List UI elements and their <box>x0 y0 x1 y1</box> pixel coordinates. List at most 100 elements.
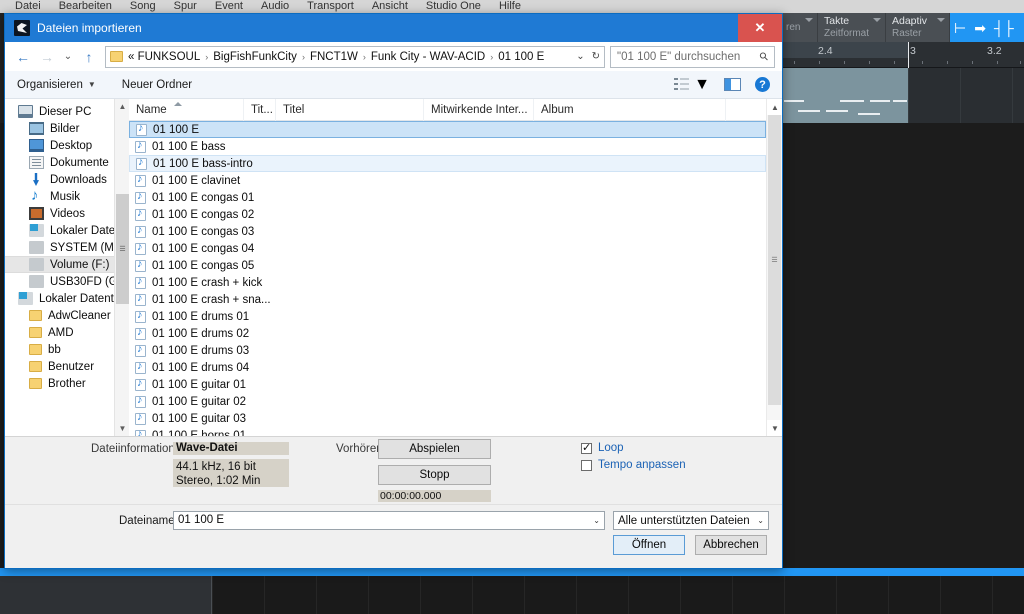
daw-tool-cell-0[interactable]: ren <box>780 13 818 42</box>
sidebar-item-downloads[interactable]: Downloads <box>5 171 129 188</box>
table-row[interactable]: 01 100 E guitar 03 <box>129 410 766 427</box>
tempo-checkbox[interactable] <box>581 459 592 471</box>
forward-button[interactable]: → <box>36 46 58 68</box>
table-row[interactable]: 01 100 E clavinet <box>129 172 766 189</box>
sidebar-item-musik[interactable]: Musik <box>5 187 129 205</box>
loop-checkbox-row[interactable]: Loop <box>581 441 624 454</box>
view-options-icon[interactable] <box>674 78 690 91</box>
daw-audio-clip[interactable] <box>780 68 908 123</box>
recent-locations-button[interactable]: ⌄ <box>60 46 76 68</box>
column-header-name[interactable]: Name <box>129 99 244 121</box>
column-header-titel[interactable]: Titel <box>276 99 424 121</box>
table-row[interactable]: 01 100 E drums 04 <box>129 359 766 376</box>
chevron-down-icon[interactable]: ⌄ <box>593 512 600 529</box>
breadcrumb-4[interactable]: 01 100 E <box>498 51 544 63</box>
sidebar-item-bilder[interactable]: Bilder <box>5 120 129 137</box>
sidebar-item-dokumente[interactable]: Dokumente <box>5 154 129 171</box>
chevron-down-icon[interactable]: ⌄ <box>576 51 584 62</box>
sidebar-item-videos[interactable]: Videos <box>5 205 129 222</box>
table-row[interactable]: 01 100 E bass-intro <box>129 155 766 172</box>
sidebar-scrollbar[interactable]: ▲ ▼ <box>114 99 129 436</box>
address-bar[interactable]: « FUNKSOUL › BigFishFunkCity › FNCT1W › … <box>105 45 605 68</box>
table-row[interactable]: 01 100 E congas 03 <box>129 223 766 240</box>
table-row[interactable]: 01 100 E drums 02 <box>129 325 766 342</box>
table-row[interactable]: 01 100 E guitar 02 <box>129 393 766 410</box>
breadcrumb-2[interactable]: FNCT1W <box>310 51 358 63</box>
refresh-icon[interactable]: ↻ <box>592 51 600 62</box>
table-row[interactable]: 01 100 E crash + kick <box>129 274 766 291</box>
chevron-down-icon[interactable]: ⌄ <box>757 516 764 525</box>
daw-tool-cell-grid[interactable]: Adaptiv Raster <box>886 13 950 42</box>
table-row[interactable]: 01 100 E horns 01 <box>129 427 766 436</box>
breadcrumb-0[interactable]: « FUNKSOUL <box>128 51 200 63</box>
scrollbar-thumb[interactable] <box>768 115 781 405</box>
sidebar-item-usb30fd-g[interactable]: USB30FD (G:) <box>5 273 129 290</box>
sidebar-item-adwcleaner[interactable]: AdwCleaner <box>5 307 129 324</box>
sidebar-item-bb[interactable]: bb <box>5 341 129 358</box>
sidebar-item-volume-f[interactable]: Volume (F:) <box>5 256 129 273</box>
breadcrumb-3[interactable]: Funk City - WAV-ACID <box>371 51 485 63</box>
snap-center-icon[interactable]: ┤├ <box>994 21 1014 35</box>
table-row[interactable]: 01 100 E drums 03 <box>129 342 766 359</box>
sidebar-item-lokaler-datentr[interactable]: Lokaler Datenträ <box>5 222 129 239</box>
daw-menu-transport[interactable]: Transport <box>298 0 363 13</box>
sidebar-item-dieser-pc[interactable]: Dieser PC <box>5 103 129 120</box>
back-button[interactable]: ← <box>12 46 34 68</box>
tempo-checkbox-row[interactable]: Tempo anpassen <box>581 459 686 471</box>
scroll-down-icon[interactable]: ▼ <box>767 420 782 436</box>
column-header-album[interactable]: Album <box>534 99 726 121</box>
daw-menu-spur[interactable]: Spur <box>165 0 206 13</box>
scroll-down-icon[interactable]: ▼ <box>115 421 129 436</box>
table-row[interactable]: 01 100 E drums 01 <box>129 308 766 325</box>
daw-menu-bearbeiten[interactable]: Bearbeiten <box>50 0 121 13</box>
scroll-up-icon[interactable]: ▲ <box>115 99 129 114</box>
new-folder-button[interactable]: Neuer Ordner <box>122 79 192 91</box>
dialog-title-bar[interactable]: Dateien importieren ✕ <box>5 14 782 42</box>
play-button[interactable]: Abspielen <box>378 439 491 459</box>
daw-menu-datei[interactable]: Datei <box>6 0 50 13</box>
organize-button[interactable]: Organisieren ▼ <box>17 79 96 91</box>
close-icon[interactable]: ✕ <box>738 14 782 42</box>
snap-end-icon[interactable]: ➡ <box>974 21 986 35</box>
table-row[interactable]: 01 100 E <box>129 121 766 138</box>
filename-input[interactable]: 01 100 E ⌄ <box>173 511 605 530</box>
table-row[interactable]: 01 100 E congas 01 <box>129 189 766 206</box>
file-list-scrollbar[interactable]: ▲ ▼ <box>766 99 782 436</box>
loop-checkbox[interactable] <box>581 441 592 454</box>
up-button[interactable]: ↑ <box>78 46 100 68</box>
sidebar-item-amd[interactable]: AMD <box>5 324 129 341</box>
daw-tool-buttons[interactable]: ⊢ ➡ ┤├ <box>950 13 1024 42</box>
file-type-filter-select[interactable]: Alle unterstützten Dateien ⌄ <box>613 511 769 530</box>
sidebar-item-desktop[interactable]: Desktop <box>5 137 129 154</box>
daw-menu-event[interactable]: Event <box>206 0 252 13</box>
table-row[interactable]: 01 100 E congas 02 <box>129 206 766 223</box>
breadcrumb-1[interactable]: BigFishFunkCity <box>213 51 297 63</box>
open-button[interactable]: Öffnen <box>613 535 685 555</box>
daw-menu-song[interactable]: Song <box>121 0 165 13</box>
daw-menu-hilfe[interactable]: Hilfe <box>490 0 530 13</box>
daw-tool-cell-timeformat[interactable]: Takte Zeitformat <box>818 13 886 42</box>
sidebar-scroll-thumb[interactable] <box>116 194 129 304</box>
sidebar-item-lokaler-datentr-g[interactable]: Lokaler Datenträg <box>5 290 129 307</box>
help-icon[interactable]: ? <box>755 77 770 92</box>
column-header-mitwirkende-inter[interactable]: Mitwirkende Inter... <box>424 99 534 121</box>
sidebar-item-brother[interactable]: Brother <box>5 375 129 392</box>
daw-menu-studio-one[interactable]: Studio One <box>417 0 490 13</box>
preview-pane-icon[interactable] <box>724 78 741 91</box>
daw-timeline-ruler[interactable]: 2.4 3 3.2 <box>780 42 1024 68</box>
daw-menu-audio[interactable]: Audio <box>252 0 298 13</box>
table-row[interactable]: 01 100 E congas 05 <box>129 257 766 274</box>
scroll-up-icon[interactable]: ▲ <box>767 99 782 115</box>
snap-start-icon[interactable]: ⊢ <box>954 21 966 35</box>
search-input[interactable]: "01 100 E" durchsuchen ⚲ <box>610 45 775 68</box>
cancel-button[interactable]: Abbrechen <box>695 535 767 555</box>
chevron-down-icon[interactable]: ▼ <box>694 76 710 94</box>
table-row[interactable]: 01 100 E crash + sna... <box>129 291 766 308</box>
table-row[interactable]: 01 100 E congas 04 <box>129 240 766 257</box>
stop-button[interactable]: Stopp <box>378 465 491 485</box>
column-header-tit[interactable]: Tit... <box>244 99 276 121</box>
sidebar-item-system-mirror[interactable]: SYSTEM (Mirror) <box>5 239 129 256</box>
table-row[interactable]: 01 100 E bass <box>129 138 766 155</box>
sidebar-item-benutzer[interactable]: Benutzer <box>5 358 129 375</box>
table-row[interactable]: 01 100 E guitar 01 <box>129 376 766 393</box>
